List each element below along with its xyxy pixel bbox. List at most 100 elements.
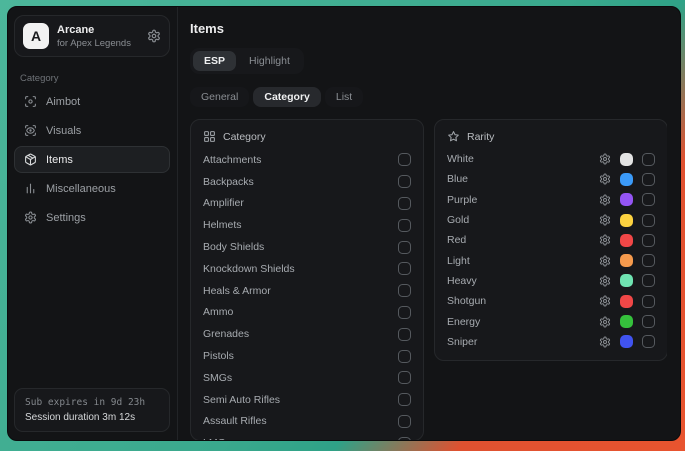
gear-icon[interactable] (599, 336, 611, 348)
category-checkbox-lmgs[interactable] (398, 437, 411, 440)
sidebar-nav: AimbotVisuals Items Miscellaneous Settings (14, 88, 170, 231)
color-swatch-gold[interactable] (620, 214, 633, 227)
color-swatch-purple[interactable] (620, 193, 633, 206)
category-row-label: Amplifier (203, 197, 244, 209)
rarity-row-white: White (447, 149, 655, 169)
category-checkbox-heals-armor[interactable] (398, 284, 411, 297)
gear-icon[interactable] (599, 316, 611, 328)
sidebar-item-label: Miscellaneous (46, 183, 116, 195)
rarity-checkbox-blue[interactable] (642, 173, 655, 186)
brand-logo: A (23, 23, 49, 49)
category-row-label: Ammo (203, 306, 233, 318)
rarity-checkbox-light[interactable] (642, 254, 655, 267)
gear-icon[interactable] (147, 29, 161, 43)
toggle-option-esp[interactable]: ESP (193, 51, 236, 71)
visuals-icon (24, 124, 37, 137)
sub-expiry-text: Sub expires in 9d 23h (25, 397, 159, 408)
category-row-semi-auto-rifles: Semi Auto Rifles (203, 389, 411, 411)
gear-icon[interactable] (599, 173, 611, 185)
tab-bar: GeneralCategoryList (190, 87, 363, 107)
rarity-checkbox-purple[interactable] (642, 193, 655, 206)
sidebar-item-label: Items (46, 154, 73, 166)
color-swatch-energy[interactable] (620, 315, 633, 328)
gear-icon[interactable] (599, 275, 611, 287)
color-swatch-red[interactable] (620, 234, 633, 247)
tab-category[interactable]: Category (253, 87, 321, 107)
category-row-body-shields: Body Shields (203, 236, 411, 258)
gear-icon[interactable] (599, 214, 611, 226)
rarity-row-label: Sniper (447, 336, 599, 348)
category-checkbox-helmets[interactable] (398, 219, 411, 232)
color-swatch-white[interactable] (620, 153, 633, 166)
rarity-checkbox-heavy[interactable] (642, 274, 655, 287)
category-checkbox-backpacks[interactable] (398, 175, 411, 188)
tab-list[interactable]: List (325, 87, 363, 107)
rarity-row-label: Red (447, 234, 599, 246)
brand-card: A Arcane for Apex Legends (14, 15, 170, 57)
rarity-list: WhiteBluePurpleGoldRedLightHeavyShotgunE… (447, 149, 655, 352)
category-row-attachments: Attachments (203, 149, 411, 171)
category-checkbox-grenades[interactable] (398, 328, 411, 341)
category-row-label: Attachments (203, 154, 261, 166)
category-panel-title: Category (223, 131, 266, 143)
color-swatch-sniper[interactable] (620, 335, 633, 348)
category-checkbox-semi-auto-rifles[interactable] (398, 393, 411, 406)
rarity-checkbox-red[interactable] (642, 234, 655, 247)
sidebar-item-settings[interactable]: Settings (14, 204, 170, 231)
rarity-row-blue: Blue (447, 169, 655, 189)
gear-icon[interactable] (599, 295, 611, 307)
rarity-checkbox-energy[interactable] (642, 315, 655, 328)
category-checkbox-amplifier[interactable] (398, 197, 411, 210)
sidebar-item-visuals[interactable]: Visuals (14, 117, 170, 144)
rarity-checkbox-shotgun[interactable] (642, 295, 655, 308)
rarity-row-shotgun: Shotgun (447, 291, 655, 311)
sidebar-item-aimbot[interactable]: Aimbot (14, 88, 170, 115)
rarity-row-label: Blue (447, 173, 599, 185)
brand-name: Arcane (57, 24, 139, 36)
rarity-checkbox-white[interactable] (642, 153, 655, 166)
sidebar-item-miscellaneous[interactable]: Miscellaneous (14, 175, 170, 202)
category-row-label: SMGs (203, 372, 232, 384)
rarity-checkbox-sniper[interactable] (642, 335, 655, 348)
color-swatch-light[interactable] (620, 254, 633, 267)
toggle-option-highlight[interactable]: Highlight (238, 51, 301, 71)
category-checkbox-smgs[interactable] (398, 371, 411, 384)
category-row-label: Grenades (203, 328, 249, 340)
category-row-label: Knockdown Shields (203, 263, 295, 275)
category-checkbox-body-shields[interactable] (398, 241, 411, 254)
category-checkbox-assault-rifles[interactable] (398, 415, 411, 428)
category-checkbox-pistols[interactable] (398, 350, 411, 363)
rarity-row-label: White (447, 153, 599, 165)
category-checkbox-attachments[interactable] (398, 153, 411, 166)
gear-icon[interactable] (599, 153, 611, 165)
sidebar: A Arcane for Apex Legends Category Aimbo… (8, 7, 178, 440)
misc-icon (24, 182, 37, 195)
category-row-label: Pistols (203, 350, 234, 362)
rarity-panel-title: Rarity (467, 131, 494, 143)
rarity-row-label: Purple (447, 194, 599, 206)
sidebar-item-items[interactable]: Items (14, 146, 170, 173)
category-row-label: LMGs (203, 437, 231, 440)
gear-icon[interactable] (599, 234, 611, 246)
category-panel-header: Category (203, 130, 411, 143)
category-checkbox-ammo[interactable] (398, 306, 411, 319)
category-row-label: Assault Rifles (203, 415, 267, 427)
category-row-label: Body Shields (203, 241, 264, 253)
star-icon (447, 130, 460, 143)
category-row-amplifier: Amplifier (203, 193, 411, 215)
category-row-label: Semi Auto Rifles (203, 394, 280, 406)
gear-icon[interactable] (599, 255, 611, 267)
gear-icon[interactable] (599, 194, 611, 206)
rarity-checkbox-gold[interactable] (642, 214, 655, 227)
sidebar-section-label: Category (20, 73, 170, 84)
color-swatch-blue[interactable] (620, 173, 633, 186)
tab-general[interactable]: General (190, 87, 249, 107)
color-swatch-shotgun[interactable] (620, 295, 633, 308)
rarity-row-label: Energy (447, 316, 599, 328)
color-swatch-heavy[interactable] (620, 274, 633, 287)
rarity-row-label: Heavy (447, 275, 599, 287)
panels: Category AttachmentsBackpacksAmplifierHe… (190, 119, 667, 440)
category-row-ammo: Ammo (203, 302, 411, 324)
category-row-label: Helmets (203, 219, 242, 231)
category-checkbox-knockdown-shields[interactable] (398, 262, 411, 275)
